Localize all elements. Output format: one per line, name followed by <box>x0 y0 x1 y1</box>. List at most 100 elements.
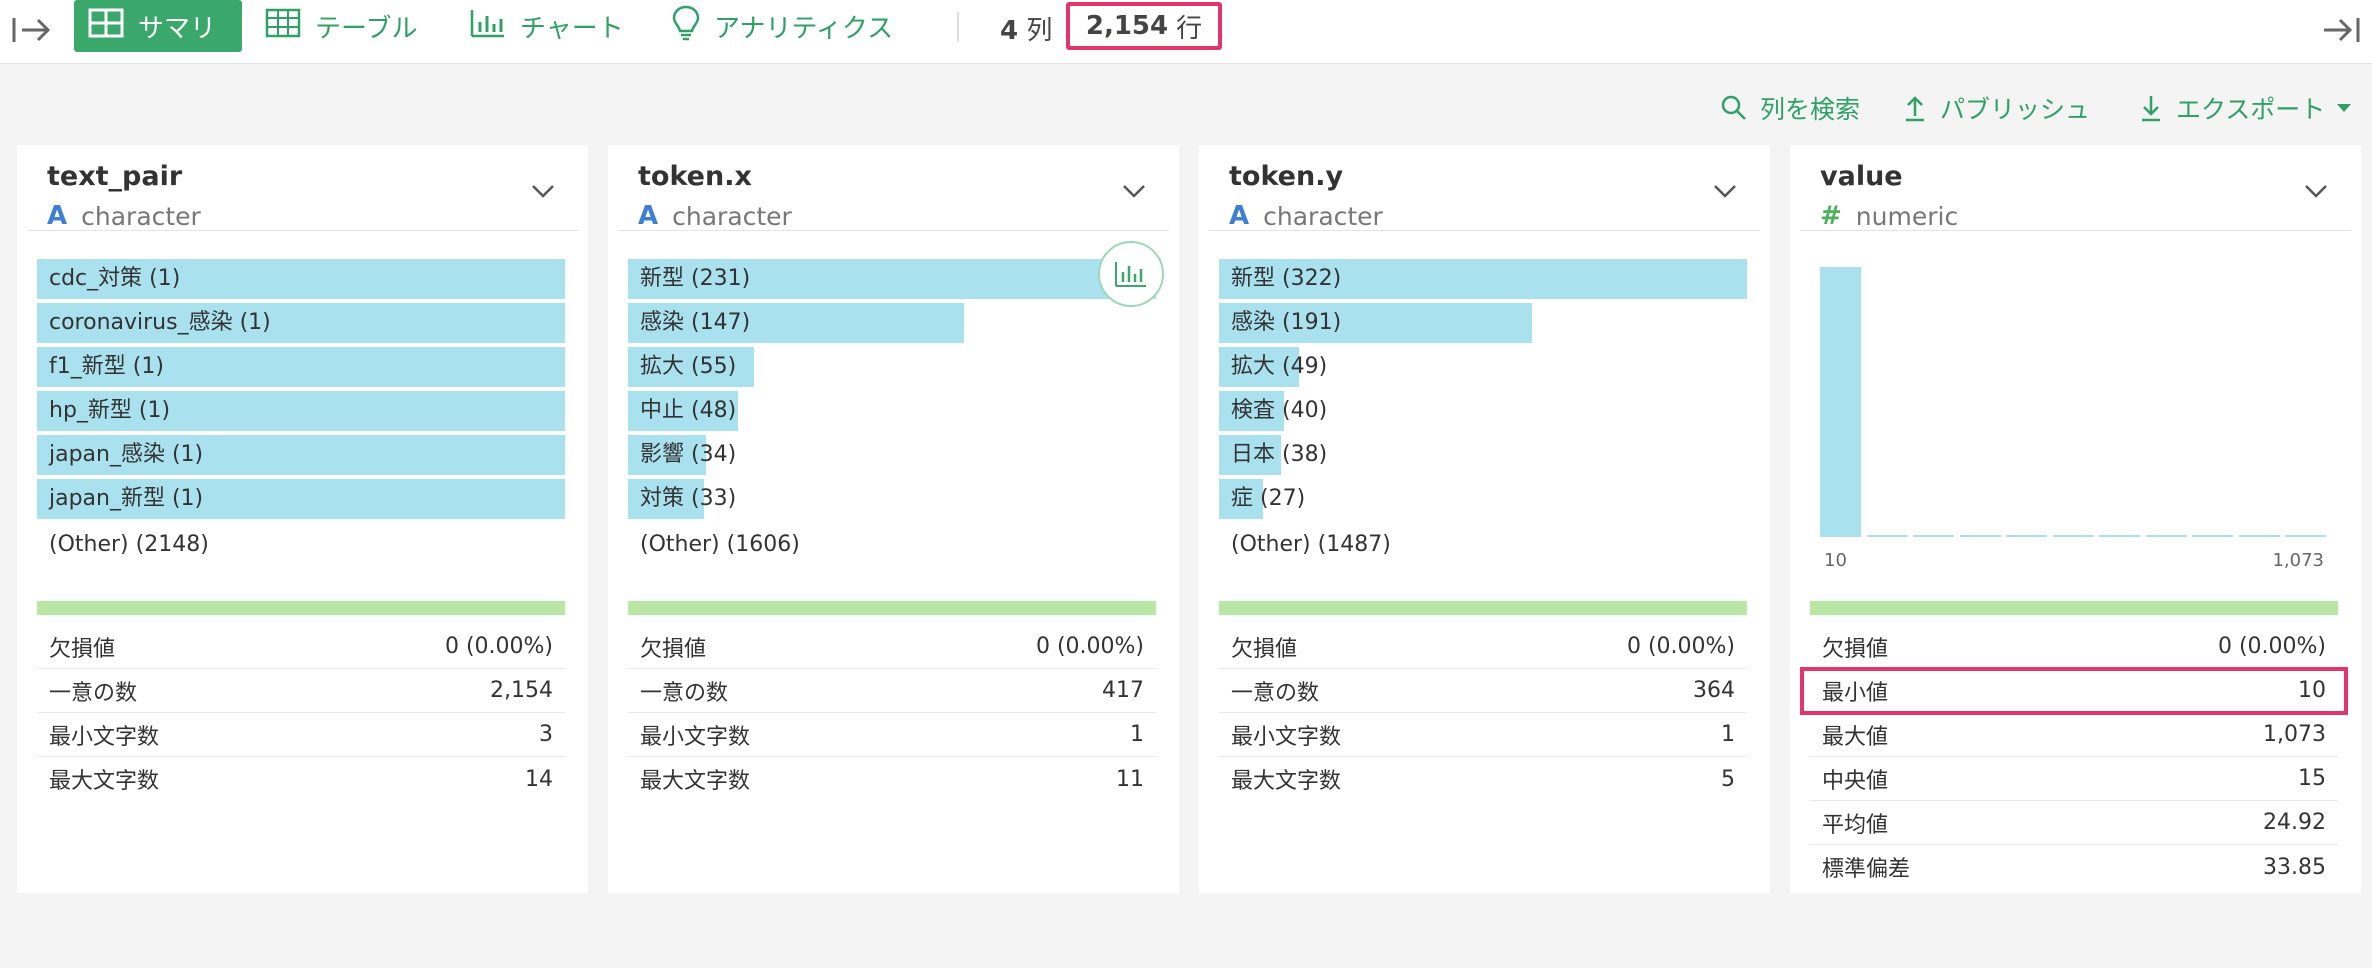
tab-summary[interactable]: サマリ <box>74 0 242 52</box>
top-value-label: japan_新型 (1) <box>49 486 204 511</box>
top-value-row[interactable]: f1_新型 (1) <box>37 347 565 387</box>
top-value-label: 検査 (40) <box>1231 398 1328 423</box>
caret-down-icon <box>2337 104 2352 112</box>
stat-value: 0 (0.00%) <box>1035 634 1144 659</box>
stat-row: 最大文字数 14 <box>37 757 565 801</box>
collapse-left-icon[interactable] <box>10 8 54 52</box>
chevron-down-icon[interactable] <box>530 183 556 199</box>
stat-label: 最大値 <box>1822 724 1889 750</box>
histogram-bar[interactable] <box>1960 535 2001 537</box>
character-type-icon: A <box>638 201 659 231</box>
tab-chart[interactable]: チャート <box>470 0 624 52</box>
top-value-label: 感染 (191) <box>1231 310 1342 335</box>
top-value-row[interactable]: 拡大 (55) <box>628 347 1156 387</box>
stat-row: 中央値 15 <box>1810 757 2338 801</box>
histogram[interactable]: 10 1,073 <box>1810 257 2338 571</box>
stat-value: 11 <box>1116 766 1144 792</box>
stat-value: 1,073 <box>2263 722 2326 747</box>
chevron-down-icon[interactable] <box>2303 183 2329 199</box>
column-stats: 欠損値 0 (0.00%) 一意の数 364 最小文字数 1 最大文字数 5 <box>1219 625 1747 801</box>
column-header: value # numeric <box>1800 155 2351 231</box>
column-name: token.x <box>638 161 752 192</box>
stat-label: 最小値 <box>1822 680 1889 706</box>
table-icon <box>265 8 301 45</box>
top-value-row[interactable]: coronavirus_感染 (1) <box>37 303 565 343</box>
histogram-bar[interactable] <box>2006 535 2047 537</box>
column-name: value <box>1820 161 1903 192</box>
publish-button[interactable]: パブリッシュ <box>1902 90 2090 126</box>
lightbulb-icon <box>672 5 700 48</box>
tab-table-label: テーブル <box>315 13 418 44</box>
top-value-label: 拡大 (49) <box>1231 354 1328 379</box>
histogram-max-label: 1,073 <box>2272 550 2324 571</box>
stat-value: 14 <box>525 766 553 792</box>
histogram-bar[interactable] <box>2099 535 2140 537</box>
top-value-row[interactable]: 日本 (38) <box>1219 435 1747 475</box>
search-icon <box>1721 95 1746 120</box>
top-value-row[interactable]: 影響 (34) <box>628 435 1156 475</box>
completeness-bar <box>37 601 565 615</box>
top-value-row[interactable]: 中止 (48) <box>628 391 1156 431</box>
tab-summary-label: サマリ <box>138 13 217 44</box>
column-type-label: character <box>672 201 792 231</box>
histogram-bar[interactable] <box>1820 267 1861 537</box>
tab-chart-label: チャート <box>520 13 624 44</box>
stat-label: 平均値 <box>1822 812 1889 838</box>
tab-analytics[interactable]: アナリティクス <box>672 0 893 52</box>
top-value-row[interactable]: 感染 (191) <box>1219 303 1747 343</box>
top-value-row[interactable]: 症 (27) <box>1219 479 1747 519</box>
stat-label: 一意の数 <box>640 680 729 706</box>
row-count-unit: 行 <box>1176 13 1203 44</box>
stat-value: 1 <box>1130 722 1144 747</box>
export-button[interactable]: エクスポート <box>2138 90 2353 126</box>
stat-label: 最小文字数 <box>640 724 751 750</box>
top-value-row[interactable]: 対策 (33) <box>628 479 1156 519</box>
chart-button[interactable] <box>1098 241 1164 307</box>
character-type-icon: A <box>1229 201 1250 231</box>
histogram-bar[interactable] <box>2053 535 2094 537</box>
tab-analytics-label: アナリティクス <box>714 13 894 44</box>
numeric-type-icon: # <box>1820 201 1842 231</box>
top-value-label: 新型 (231) <box>640 266 751 291</box>
top-value-row[interactable]: hp_新型 (1) <box>37 391 565 431</box>
top-value-row[interactable]: 新型 (231) <box>628 259 1156 299</box>
top-value-label: f1_新型 (1) <box>49 354 164 379</box>
histogram-bar[interactable] <box>2192 535 2233 537</box>
stat-value: 2,154 <box>490 678 553 703</box>
top-value-label: 日本 (38) <box>1231 442 1328 467</box>
chevron-down-icon[interactable] <box>1121 183 1147 199</box>
top-value-row[interactable]: cdc_対策 (1) <box>37 259 565 299</box>
search-columns-button[interactable]: 列を検索 <box>1720 90 1860 126</box>
top-value-row[interactable]: 拡大 (49) <box>1219 347 1747 387</box>
column-type: # numeric <box>1820 201 1958 231</box>
row-count: 2,154 行 <box>1066 2 1222 50</box>
collapse-right-icon[interactable] <box>2318 8 2362 52</box>
stat-row-highlighted: 最小値 10 <box>1800 667 2348 715</box>
chevron-down-icon[interactable] <box>1712 183 1738 199</box>
stat-value: 10 <box>2298 678 2326 703</box>
top-value-row[interactable]: japan_新型 (1) <box>37 479 565 519</box>
bar-chart-icon <box>470 8 506 45</box>
column-type-label: numeric <box>1855 201 1959 231</box>
histogram-bar[interactable] <box>2146 535 2187 537</box>
histogram-bar[interactable] <box>2239 535 2280 537</box>
histogram-bar[interactable] <box>1913 535 1954 537</box>
top-value-row[interactable]: 検査 (40) <box>1219 391 1747 431</box>
top-value-row[interactable]: 感染 (147) <box>628 303 1156 343</box>
bar-chart-icon <box>1115 262 1146 287</box>
stat-row: 一意の数 364 <box>1219 669 1747 713</box>
top-value-row[interactable]: japan_感染 (1) <box>37 435 565 475</box>
stat-value: 364 <box>1693 678 1735 703</box>
histogram-bar[interactable] <box>1867 535 1908 537</box>
column-type-label: character <box>1263 201 1383 231</box>
histogram-bar[interactable] <box>2285 535 2326 537</box>
row-count-value: 2,154 <box>1085 11 1169 41</box>
top-value-row[interactable]: 新型 (322) <box>1219 259 1747 299</box>
stat-label: 最小文字数 <box>49 724 160 750</box>
search-columns-label: 列を検索 <box>1760 95 1861 124</box>
top-value-label: 新型 (322) <box>1231 266 1342 291</box>
tab-table[interactable]: テーブル <box>265 0 417 52</box>
stat-row: 欠損値 0 (0.00%) <box>37 625 565 669</box>
stat-label: 中央値 <box>1822 768 1889 794</box>
column-type: A character <box>1229 201 1383 231</box>
